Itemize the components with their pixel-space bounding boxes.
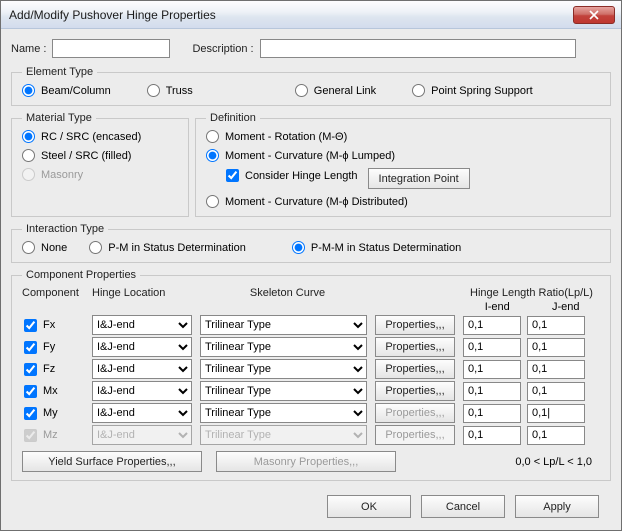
hinge-location-select-my[interactable]: I&J-end — [92, 403, 192, 423]
radio-point-spring[interactable]: Point Spring Support — [412, 84, 533, 97]
yield-surface-properties-button[interactable]: Yield Surface Properties,,, — [22, 451, 202, 472]
component-row-fx: FxI&J-end Trilinear Type Properties,,, — [22, 315, 600, 335]
interaction-type-legend: Interaction Type — [22, 223, 108, 235]
component-check-my[interactable]: My — [22, 407, 92, 420]
radio-steel-src[interactable]: Steel / SRC (filled) — [22, 149, 178, 162]
component-row-mx: MxI&J-end Trilinear Type Properties,,, — [22, 381, 600, 401]
i-end-input-fy[interactable] — [463, 338, 521, 357]
radio-masonry: Masonry — [22, 168, 178, 181]
component-properties-group: Component Properties Component Hinge Loc… — [11, 269, 611, 481]
hinge-location-select-fy[interactable]: I&J-end — [92, 337, 192, 357]
element-type-legend: Element Type — [22, 66, 97, 78]
integration-point-button[interactable]: Integration Point — [368, 168, 470, 189]
element-type-group: Element Type Beam/Column Truss General L… — [11, 66, 611, 106]
radio-moment-rotation[interactable]: Moment - Rotation (M-Θ) — [206, 130, 600, 143]
radio-beam-column[interactable]: Beam/Column — [22, 84, 111, 97]
i-end-input-fz[interactable] — [463, 360, 521, 379]
properties-button-my: Properties,,, — [375, 403, 455, 423]
name-input[interactable] — [52, 39, 170, 58]
col-header-hinge-location: Hinge Location — [92, 287, 200, 299]
apply-button[interactable]: Apply — [515, 495, 599, 518]
radio-interaction-none[interactable]: None — [22, 241, 67, 254]
col-header-j-end: J-end — [532, 301, 601, 313]
dialog-title: Add/Modify Pushover Hinge Properties — [9, 8, 216, 22]
radio-truss[interactable]: Truss — [147, 84, 193, 97]
j-end-input-mx[interactable] — [527, 382, 585, 401]
i-end-input-fx[interactable] — [463, 316, 521, 335]
component-check-fx[interactable]: Fx — [22, 319, 92, 332]
skeleton-curve-select-fz[interactable]: Trilinear Type — [200, 359, 367, 379]
name-label: Name : — [11, 43, 46, 55]
col-header-skeleton-curve: Skeleton Curve — [200, 287, 375, 299]
component-properties-legend: Component Properties — [22, 269, 140, 281]
component-row-fz: FzI&J-end Trilinear Type Properties,,, — [22, 359, 600, 379]
properties-button-fx[interactable]: Properties,,, — [375, 315, 455, 335]
properties-button-mx[interactable]: Properties,,, — [375, 381, 455, 401]
properties-button-fz[interactable]: Properties,,, — [375, 359, 455, 379]
hinge-location-select-fx[interactable]: I&J-end — [92, 315, 192, 335]
radio-general-link[interactable]: General Link — [295, 84, 376, 97]
i-end-input-my[interactable] — [463, 404, 521, 423]
component-row-fy: FyI&J-end Trilinear Type Properties,,, — [22, 337, 600, 357]
component-row-my: MyI&J-end Trilinear Type Properties,,, — [22, 403, 600, 423]
skeleton-curve-select-fx[interactable]: Trilinear Type — [200, 315, 367, 335]
radio-rc-src[interactable]: RC / SRC (encased) — [22, 130, 178, 143]
close-button[interactable] — [573, 6, 615, 24]
radio-interaction-pmm[interactable]: P-M-M in Status Determination — [292, 241, 461, 254]
hinge-location-select-mx[interactable]: I&J-end — [92, 381, 192, 401]
skeleton-curve-select-mz: Trilinear Type — [200, 425, 367, 445]
i-end-input-mz[interactable] — [463, 426, 521, 445]
description-label: Description : — [192, 43, 253, 55]
close-icon — [589, 10, 599, 20]
component-check-fy[interactable]: Fy — [22, 341, 92, 354]
skeleton-curve-select-my[interactable]: Trilinear Type — [200, 403, 367, 423]
material-type-legend: Material Type — [22, 112, 96, 124]
hinge-location-select-fz[interactable]: I&J-end — [92, 359, 192, 379]
material-type-group: Material Type RC / SRC (encased) Steel /… — [11, 112, 189, 217]
component-check-mx[interactable]: Mx — [22, 385, 92, 398]
properties-button-mz: Properties,,, — [375, 425, 455, 445]
hinge-location-select-mz: I&J-end — [92, 425, 192, 445]
radio-moment-curvature-distributed[interactable]: Moment - Curvature (M-ϕ Distributed) — [206, 195, 600, 208]
cancel-button[interactable]: Cancel — [421, 495, 505, 518]
component-check-fz[interactable]: Fz — [22, 363, 92, 376]
j-end-input-mz[interactable] — [527, 426, 585, 445]
ok-button[interactable]: OK — [327, 495, 411, 518]
description-input[interactable] — [260, 39, 576, 58]
properties-button-fy[interactable]: Properties,,, — [375, 337, 455, 357]
skeleton-curve-select-fy[interactable]: Trilinear Type — [200, 337, 367, 357]
col-header-i-end: I-end — [463, 301, 532, 313]
j-end-input-fx[interactable] — [527, 316, 585, 335]
radio-moment-curvature-lumped[interactable]: Moment - Curvature (M-ϕ Lumped) — [206, 149, 600, 162]
j-end-input-fy[interactable] — [527, 338, 585, 357]
title-bar[interactable]: Add/Modify Pushover Hinge Properties — [1, 1, 621, 29]
radio-interaction-pm[interactable]: P-M in Status Determination — [89, 241, 246, 254]
hinge-ratio-hint: 0,0 < Lp/L < 1,0 — [515, 456, 592, 468]
component-check-mz: Mz — [22, 429, 92, 442]
col-header-component: Component — [22, 287, 92, 299]
j-end-input-my[interactable] — [527, 404, 585, 423]
j-end-input-fz[interactable] — [527, 360, 585, 379]
check-consider-hinge-length[interactable]: Consider Hinge Length — [226, 169, 358, 182]
dialog-window: Add/Modify Pushover Hinge Properties Nam… — [0, 0, 622, 531]
i-end-input-mx[interactable] — [463, 382, 521, 401]
masonry-properties-button: Masonry Properties,,, — [216, 451, 396, 472]
component-row-mz: MzI&J-end Trilinear Type Properties,,, — [22, 425, 600, 445]
skeleton-curve-select-mx[interactable]: Trilinear Type — [200, 381, 367, 401]
definition-group: Definition Moment - Rotation (M-Θ) Momen… — [195, 112, 611, 217]
definition-legend: Definition — [206, 112, 260, 124]
interaction-type-group: Interaction Type None P-M in Status Dete… — [11, 223, 611, 263]
col-header-hinge-length-ratio: Hinge Length Ratio(Lp/L) — [463, 287, 600, 299]
